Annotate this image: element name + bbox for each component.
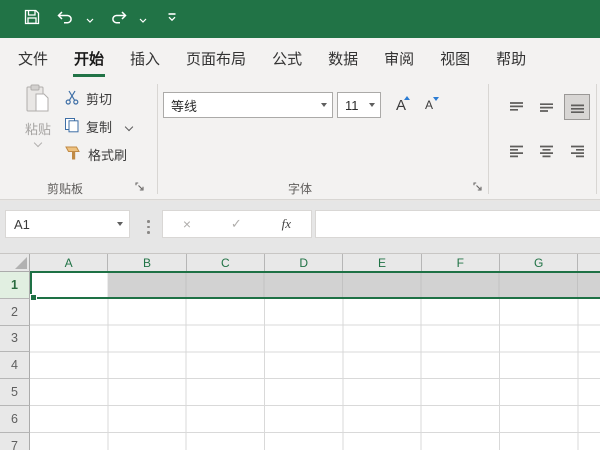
insert-function-button[interactable]: fx	[282, 216, 291, 232]
undo-dropdown-icon[interactable]	[86, 10, 94, 28]
middle-align-button[interactable]	[533, 94, 559, 120]
column-header[interactable]: E	[343, 254, 421, 272]
font-size-value[interactable]: 11	[338, 98, 364, 113]
row-header[interactable]: 1	[0, 272, 30, 299]
decrease-caret-icon	[433, 97, 439, 101]
paste-dropdown-icon	[34, 139, 42, 147]
paste-label: 粘贴	[25, 119, 51, 138]
paste-button[interactable]: 粘贴	[18, 84, 58, 166]
row-header[interactable]: 2	[0, 299, 30, 326]
ribbon-tab[interactable]: 公式	[272, 48, 302, 69]
format-painter-icon	[64, 145, 82, 164]
column-header[interactable]: G	[500, 254, 578, 272]
ribbon-tab[interactable]: 数据	[328, 48, 358, 69]
row-header[interactable]: 3	[0, 326, 30, 353]
copy-dropdown-icon[interactable]	[125, 122, 133, 130]
namebox-resize-handle[interactable]	[147, 220, 150, 234]
column-header[interactable]: A	[30, 254, 108, 272]
selected-cells-fill	[108, 273, 600, 297]
column-header[interactable]: D	[265, 254, 343, 272]
name-box-value[interactable]: A1	[6, 217, 111, 232]
clipboard-group-label: 剪贴板	[0, 180, 130, 197]
row-header[interactable]: 5	[0, 379, 30, 406]
redo-dropdown-icon[interactable]	[139, 10, 147, 28]
copy-icon	[64, 117, 80, 136]
cut-button[interactable]: 剪切	[64, 89, 112, 108]
bottom-align-icon	[570, 101, 585, 114]
row-header[interactable]: 4	[0, 352, 30, 379]
save-icon[interactable]	[24, 9, 40, 30]
group-separator	[596, 84, 597, 194]
font-name-value[interactable]: 等线	[164, 96, 316, 115]
cancel-button[interactable]: ×	[183, 216, 191, 232]
font-size-dropdown-icon[interactable]	[364, 103, 380, 107]
font-size-combo[interactable]: 11	[337, 92, 381, 118]
enter-button[interactable]: ✓	[231, 216, 242, 232]
format-painter-button[interactable]: 格式刷	[64, 145, 127, 164]
decrease-font-size-button[interactable]: A	[416, 92, 442, 118]
worksheet-grid: ABCDEFG 12345678	[0, 253, 600, 450]
align-right-button[interactable]	[564, 138, 590, 164]
row-selection-border	[30, 271, 600, 299]
quick-access-toolbar	[24, 0, 178, 38]
ribbon-tab[interactable]: 页面布局	[186, 48, 246, 69]
copy-label: 复制	[86, 117, 112, 136]
top-align-icon	[509, 101, 524, 114]
align-left-button[interactable]	[503, 138, 529, 164]
font-dialog-launcher-icon[interactable]	[472, 179, 484, 191]
middle-align-icon	[539, 101, 554, 114]
fill-handle[interactable]	[30, 294, 37, 301]
ribbon: 粘贴 剪切 复制	[0, 78, 600, 200]
ribbon-tab[interactable]: 审阅	[384, 48, 414, 69]
ribbon-tab[interactable]: 插入	[130, 48, 160, 69]
select-all-button[interactable]	[0, 254, 30, 272]
excel-window: 文件 开始 插入 页面布局 公式 数据 审阅 视图 帮助 粘贴 剪切	[0, 0, 600, 450]
decrease-font-size-label: A	[425, 98, 433, 112]
bottom-align-button[interactable]	[564, 94, 590, 120]
formula-input[interactable]	[315, 210, 600, 238]
align-right-icon	[570, 145, 585, 158]
cut-icon	[64, 89, 80, 108]
column-header[interactable]: B	[108, 254, 186, 272]
font-name-dropdown-icon[interactable]	[316, 103, 332, 107]
align-center-icon	[539, 145, 554, 158]
row-header[interactable]: 6	[0, 406, 30, 433]
group-separator	[157, 84, 158, 194]
name-box-dropdown-icon[interactable]	[111, 222, 129, 226]
column-header[interactable]: F	[422, 254, 500, 272]
font-name-combo[interactable]: 等线	[163, 92, 333, 118]
customize-quick-access-icon[interactable]	[166, 10, 178, 28]
formula-bar-row: A1 × ✓ fx	[0, 200, 600, 253]
increase-font-size-button[interactable]: A	[388, 92, 414, 118]
column-header[interactable]: C	[187, 254, 265, 272]
font-group-label: 字体	[160, 180, 440, 197]
group-separator	[488, 84, 489, 194]
select-all-triangle-icon	[15, 257, 27, 269]
cut-label: 剪切	[86, 89, 112, 108]
ribbon-tab[interactable]: 开始	[74, 48, 104, 69]
row-header[interactable]: 7	[0, 433, 30, 450]
align-center-button[interactable]	[533, 138, 559, 164]
ribbon-tab[interactable]: 文件	[18, 48, 48, 69]
top-align-button[interactable]	[503, 94, 529, 120]
undo-icon[interactable]	[56, 10, 75, 29]
title-bar	[0, 0, 600, 38]
copy-button[interactable]: 复制	[64, 117, 132, 136]
redo-icon[interactable]	[109, 10, 128, 29]
clipboard-dialog-launcher-icon[interactable]	[134, 179, 146, 191]
increase-caret-icon	[404, 96, 410, 100]
ribbon-tabs: 文件 开始 插入 页面布局 公式 数据 审阅 视图 帮助	[0, 38, 600, 78]
ribbon-tab[interactable]: 帮助	[496, 48, 526, 69]
name-box[interactable]: A1	[5, 210, 130, 238]
format-painter-label: 格式刷	[88, 145, 127, 164]
ribbon-tab[interactable]: 视图	[440, 48, 470, 69]
paste-icon	[25, 84, 51, 117]
align-left-icon	[509, 145, 524, 158]
column-header[interactable]	[578, 254, 600, 272]
formula-buttons: × ✓ fx	[162, 210, 312, 238]
